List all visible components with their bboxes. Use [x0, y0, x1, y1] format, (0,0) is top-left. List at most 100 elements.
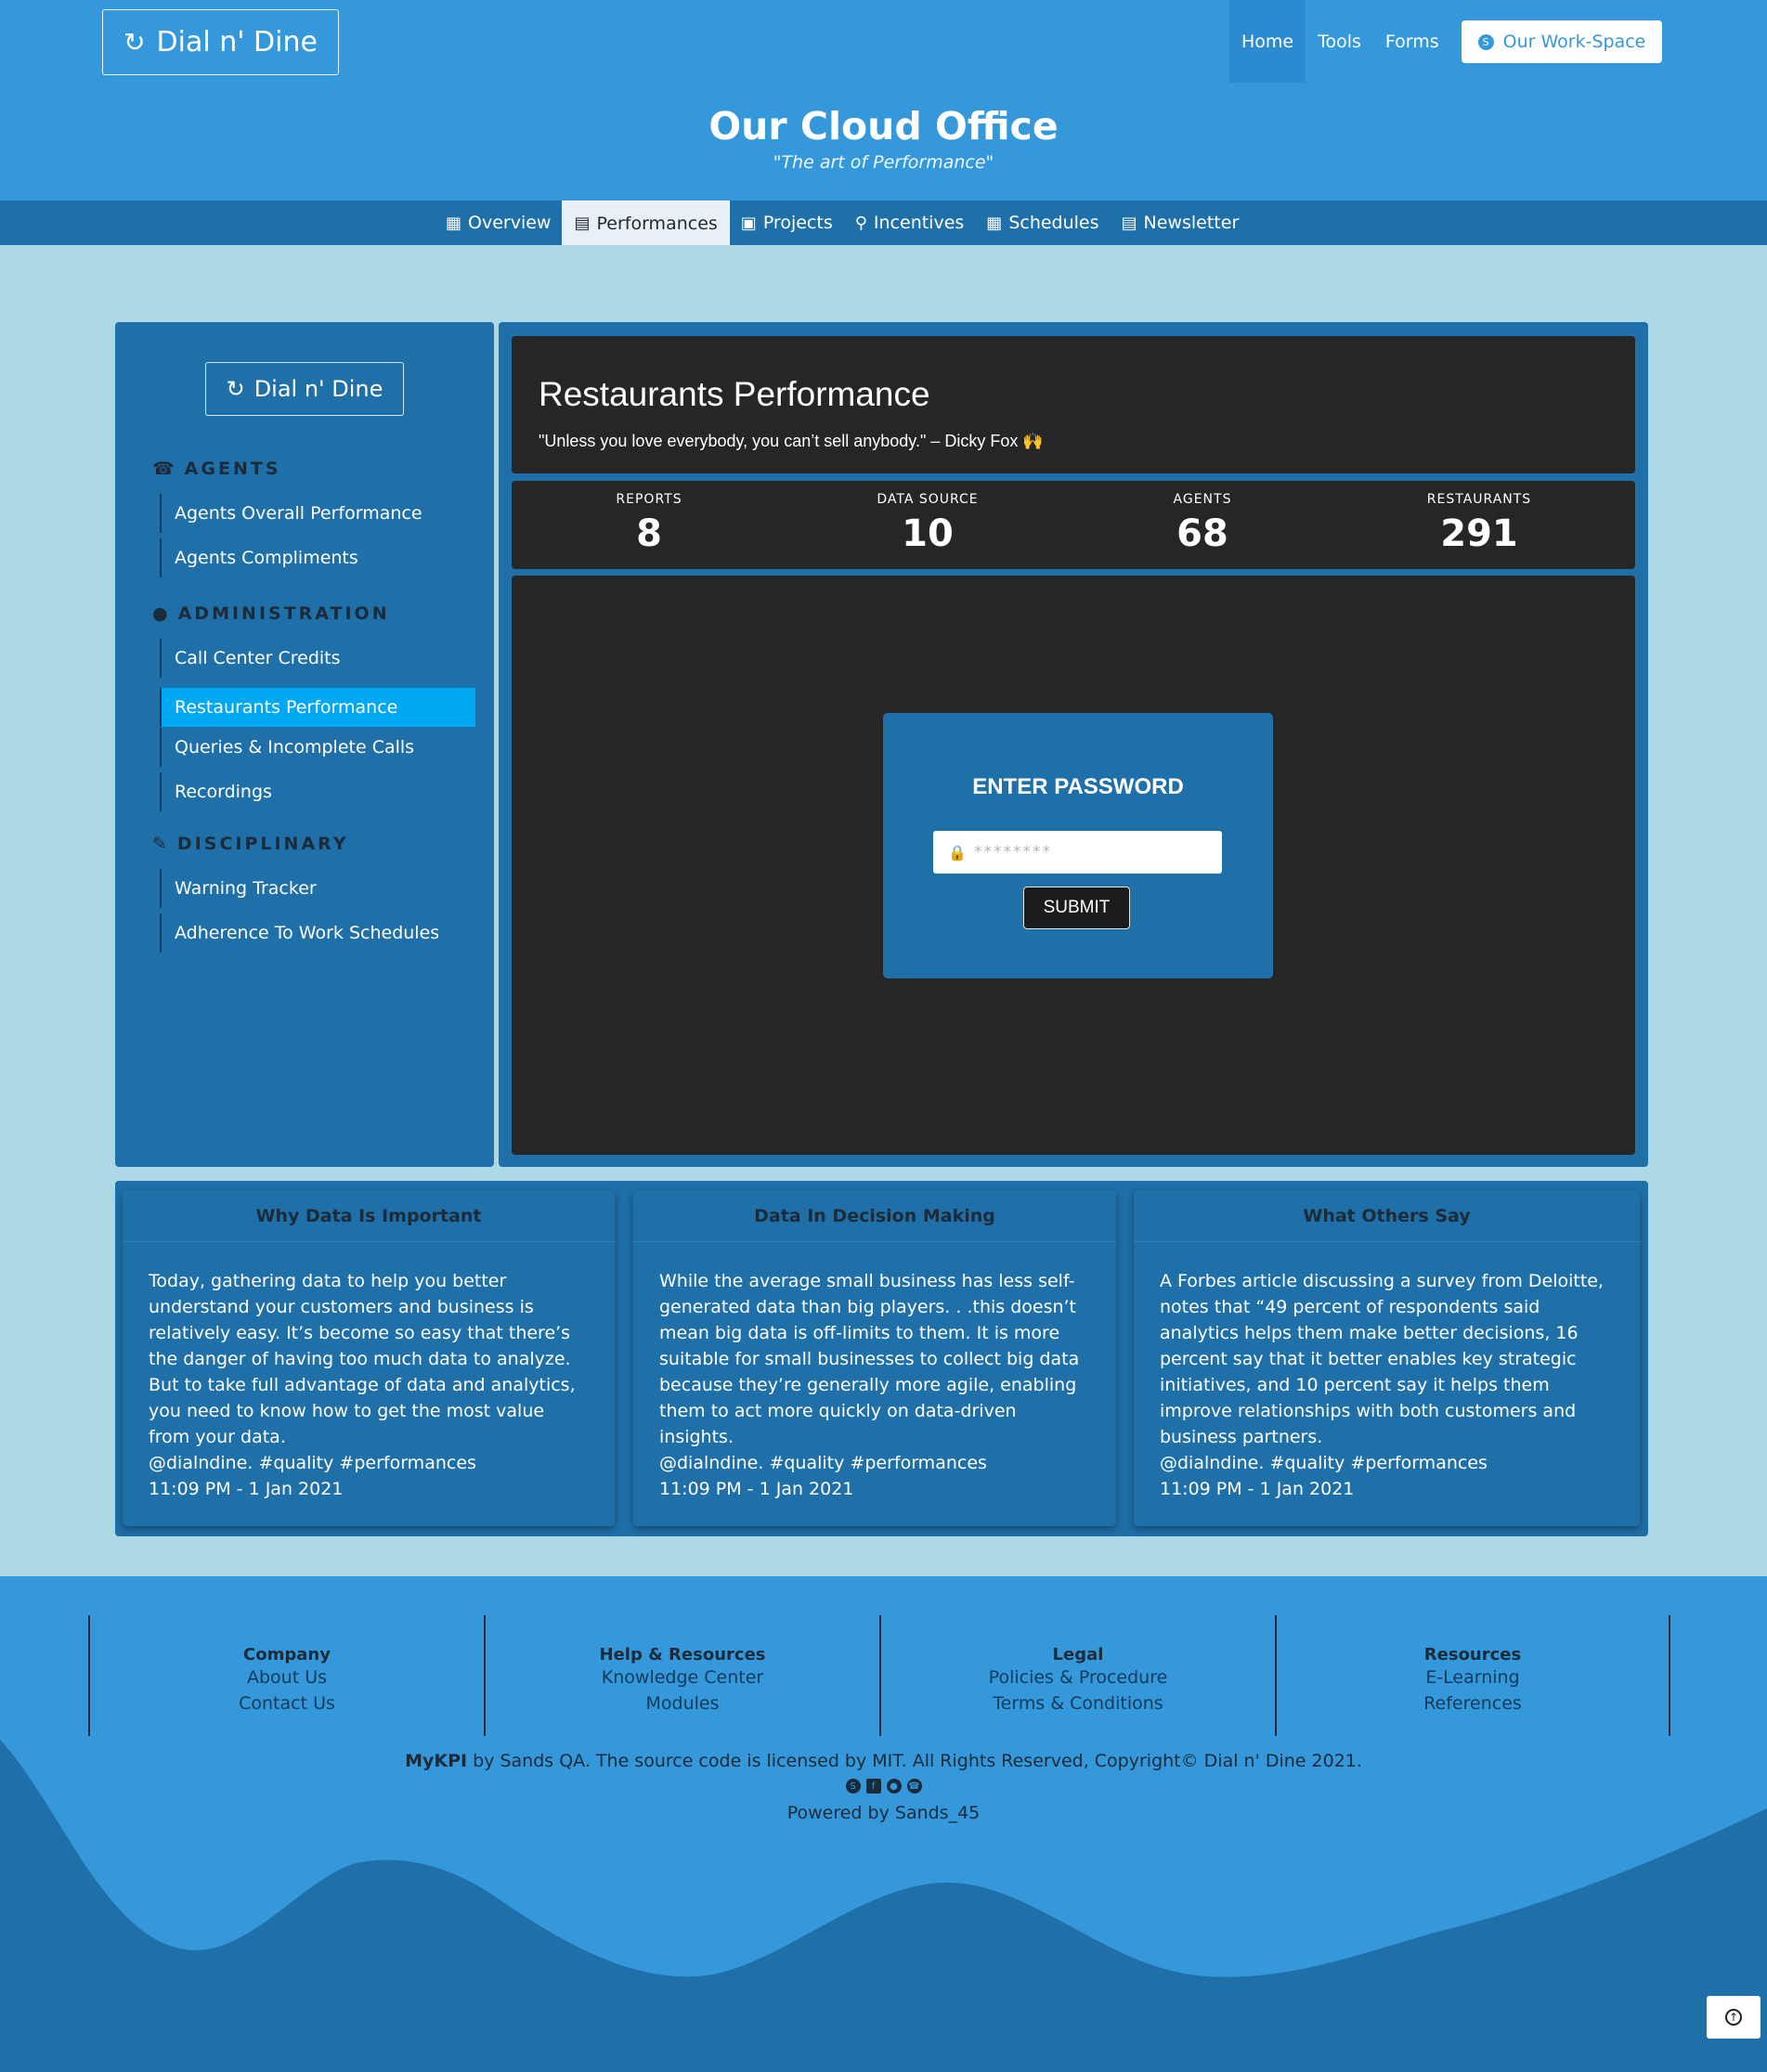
card-tags: @dialndine. #quality #performances: [659, 1453, 987, 1473]
card-text: While the average small business has les…: [659, 1271, 1080, 1447]
main-content: Restaurants Performance "Unless you love…: [499, 322, 1648, 1167]
sidebar-item-queries-incomplete-calls[interactable]: Queries & Incomplete Calls: [160, 728, 475, 767]
brand-name: Dial n' Dine: [156, 26, 318, 58]
stat-label: RESTAURANTS: [1426, 492, 1532, 507]
arrow-up-circle-icon: ↑: [1725, 2009, 1742, 2026]
card-body: A Forbes article discussing a survey fro…: [1134, 1242, 1640, 1502]
footer-link-modules[interactable]: Modules: [486, 1690, 879, 1716]
footer-col-resources: Resources E-Learning References: [1275, 1615, 1670, 1736]
facebook-icon[interactable]: f: [865, 1779, 881, 1794]
tab-label: Schedules: [1008, 213, 1099, 233]
card-time: 11:09 PM - 1 Jan 2021: [149, 1479, 344, 1499]
workspace-button[interactable]: S Our Work-Space: [1462, 20, 1662, 63]
top-nav: Home Tools Forms: [1229, 0, 1451, 83]
site-header: ↻ Dial n' Dine Home Tools Forms S Our Wo…: [0, 0, 1767, 201]
tab-incentives[interactable]: ⚲ Incentives: [844, 201, 976, 245]
card-text: A Forbes article discussing a survey fro…: [1160, 1271, 1605, 1447]
password-input[interactable]: [974, 843, 1206, 861]
lock-icon: 🔒: [948, 844, 967, 861]
section-title: AGENTS: [184, 459, 281, 479]
footer-col-help: Help & Resources Knowledge Center Module…: [484, 1615, 879, 1736]
sidebar-item-warning-tracker[interactable]: Warning Tracker: [160, 869, 475, 908]
card-tags: @dialndine. #quality #performances: [1160, 1453, 1488, 1473]
section-title: DISCIPLINARY: [176, 834, 349, 854]
tab-label: Performances: [596, 213, 718, 234]
footer-powered: Powered by Sands_45: [786, 1803, 981, 1823]
sidebar-item-recordings[interactable]: Recordings: [160, 772, 475, 811]
award-icon: ⚲: [854, 213, 867, 233]
tab-label: Newsletter: [1143, 213, 1240, 233]
sidebar-section-administration: ● ADMINISTRATION: [152, 603, 390, 624]
tab-projects[interactable]: ▣ Projects: [730, 201, 844, 245]
nav-tools[interactable]: Tools: [1306, 0, 1373, 83]
stat-label: AGENTS: [1173, 492, 1232, 507]
stat-label: REPORTS: [616, 492, 682, 507]
sidebar-section-agents: ☎ AGENTS: [152, 459, 281, 479]
footer-link-about-us[interactable]: About Us: [90, 1664, 484, 1690]
footer-col-title: Company: [243, 1645, 331, 1664]
chart-area-icon: ▤: [574, 214, 591, 233]
footer-col-title: Resources: [1423, 1645, 1522, 1664]
stat-value: 291: [1440, 512, 1518, 555]
report-panel: ENTER PASSWORD 🔒 SUBMIT: [512, 576, 1635, 1155]
footer-col-title: Legal: [1052, 1645, 1104, 1664]
file-signature-icon: ✎: [152, 834, 170, 854]
nav-home[interactable]: Home: [1229, 0, 1306, 83]
footer-link-contact-us[interactable]: Contact Us: [90, 1690, 484, 1716]
content-quote: "Unless you love everybody, you can’t se…: [539, 432, 1044, 450]
footer-socials: S f ● ☎: [0, 1779, 1767, 1794]
card-title: Why Data Is Important: [123, 1190, 615, 1242]
sidebar-section-disciplinary: ✎ DISCIPLINARY: [152, 834, 349, 854]
tab-label: Incentives: [873, 213, 965, 233]
spinner-icon: ↻: [226, 376, 245, 402]
spinner-icon: ↻: [123, 27, 146, 58]
page-title: Our Cloud Office: [708, 104, 1059, 149]
users-icon: ●: [152, 603, 171, 624]
card-body: Today, gathering data to help you better…: [123, 1242, 615, 1502]
skype-icon: S: [1477, 33, 1494, 50]
calendar-icon: ▦: [986, 213, 1003, 233]
footer-link-policies[interactable]: Policies & Procedure: [881, 1664, 1275, 1690]
nav-forms[interactable]: Forms: [1373, 0, 1451, 83]
stat-value: 8: [636, 512, 662, 555]
card-body: While the average small business has les…: [633, 1242, 1116, 1502]
tab-newsletter[interactable]: ▤ Newsletter: [1111, 201, 1251, 245]
stat-label: DATA SOURCE: [877, 492, 979, 507]
sidebar-item-call-center-credits[interactable]: Call Center Credits: [160, 639, 475, 678]
footer-link-knowledge-center[interactable]: Knowledge Center: [486, 1664, 879, 1690]
footer-link-references[interactable]: References: [1277, 1690, 1669, 1716]
section-title: ADMINISTRATION: [177, 603, 390, 624]
brand-logo[interactable]: ↻ Dial n' Dine: [102, 9, 339, 75]
skype-icon[interactable]: S: [845, 1779, 861, 1794]
card-decision-making: Data In Decision Making While the averag…: [633, 1190, 1116, 1526]
scroll-to-top-button[interactable]: ↑: [1707, 1996, 1761, 2039]
sidebar-item-agents-overall-performance[interactable]: Agents Overall Performance: [160, 494, 475, 533]
card-time: 11:09 PM - 1 Jan 2021: [659, 1479, 854, 1499]
license-brand: MyKPI: [405, 1751, 468, 1771]
info-cards: Why Data Is Important Today, gathering d…: [115, 1181, 1648, 1536]
tab-label: Overview: [468, 213, 552, 233]
password-form: ENTER PASSWORD 🔒 SUBMIT: [883, 713, 1273, 978]
card-tags: @dialndine. #quality #performances: [149, 1453, 476, 1473]
stat-value: 68: [1176, 512, 1228, 555]
sidebar-item-adherence-to-work-schedules[interactable]: Adherence To Work Schedules: [160, 913, 475, 952]
stats-bar: REPORTS 8 DATA SOURCE 10 AGENTS 68 RESTA…: [512, 481, 1635, 569]
footer-link-terms[interactable]: Terms & Conditions: [881, 1690, 1275, 1716]
github-icon[interactable]: ●: [886, 1779, 902, 1794]
card-time: 11:09 PM - 1 Jan 2021: [1160, 1479, 1355, 1499]
sidebar-brand[interactable]: ↻ Dial n' Dine: [205, 362, 404, 416]
submit-button[interactable]: SUBMIT: [1023, 887, 1130, 929]
tab-label: Projects: [762, 213, 833, 233]
footer-col-title: Help & Resources: [599, 1645, 766, 1664]
footer-col-legal: Legal Policies & Procedure Terms & Condi…: [879, 1615, 1275, 1736]
sidebar: ↻ Dial n' Dine ☎ AGENTS Agents Overall P…: [115, 322, 494, 1167]
tab-performances[interactable]: ▤ Performances: [562, 201, 730, 245]
footer-link-e-learning[interactable]: E-Learning: [1277, 1664, 1669, 1690]
password-field[interactable]: 🔒: [933, 831, 1222, 874]
card-title: What Others Say: [1134, 1190, 1640, 1242]
tab-schedules[interactable]: ▦ Schedules: [975, 201, 1110, 245]
sidebar-item-restaurants-performance[interactable]: Restaurants Performance: [160, 688, 475, 727]
sidebar-item-agents-compliments[interactable]: Agents Compliments: [160, 538, 475, 577]
whatsapp-icon[interactable]: ☎: [906, 1779, 922, 1794]
tab-overview[interactable]: ▦ Overview: [435, 201, 562, 245]
